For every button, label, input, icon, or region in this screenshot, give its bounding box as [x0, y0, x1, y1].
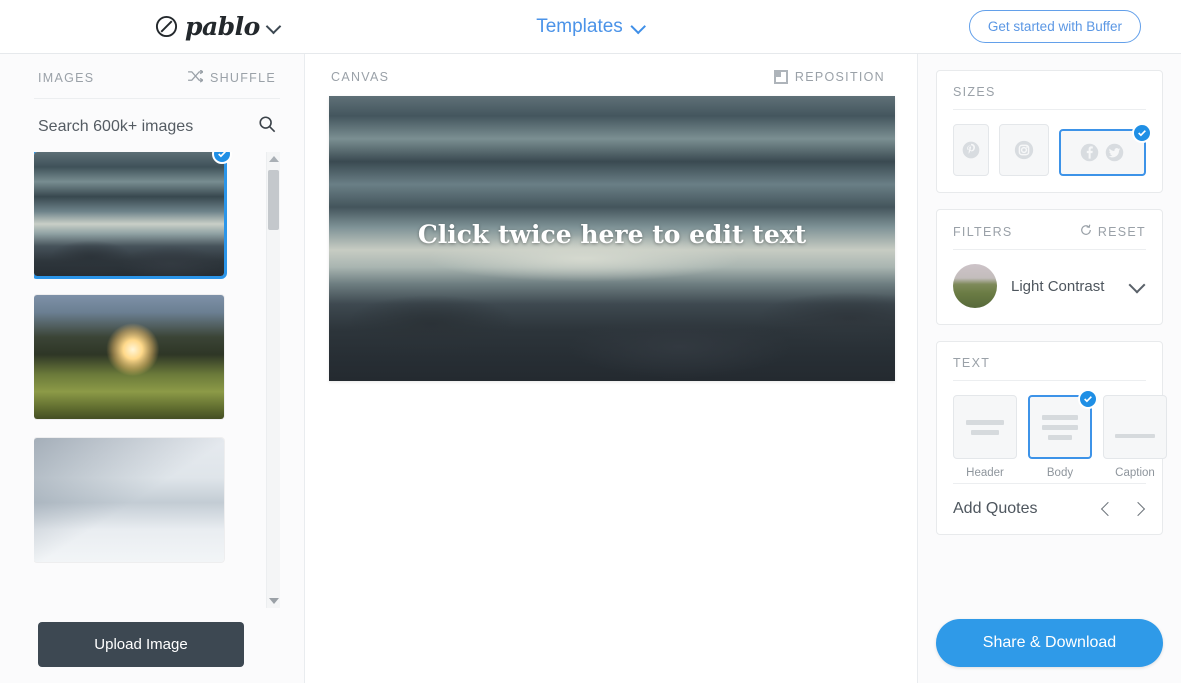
triangle-up-icon — [268, 156, 279, 162]
selected-check-badge — [1078, 389, 1098, 409]
pablo-circle-slash-icon — [155, 15, 178, 38]
canvas-panel: CANVAS REPOSITION Click twice here to ed… — [305, 54, 918, 683]
text-option-body-thumbnail — [1028, 389, 1098, 459]
shuffle-button[interactable]: SHUFFLE — [188, 69, 276, 86]
reposition-button[interactable]: REPOSITION — [773, 70, 885, 84]
brand-name: pablo — [185, 12, 260, 41]
images-panel-header: IMAGES SHUFFLE — [34, 69, 280, 99]
image-thumbnail-list — [34, 152, 266, 608]
search-icon[interactable] — [258, 115, 276, 138]
filters-title: FILTERS — [953, 224, 1013, 239]
scrollbar-thumb[interactable] — [268, 170, 279, 230]
search-input[interactable] — [38, 117, 228, 136]
size-option-facebook-twitter[interactable] — [1058, 123, 1152, 176]
share-and-download-button[interactable]: Share & Download — [936, 619, 1163, 667]
image-thumbnail-snowy-forest-skier[interactable] — [34, 438, 224, 562]
text-option-header-thumbnail — [953, 395, 1017, 459]
scroll-down-button[interactable] — [267, 594, 280, 608]
upload-image-button[interactable]: Upload Image — [38, 622, 244, 667]
selected-filter-name: Light Contrast — [1011, 277, 1105, 295]
image-thumbnail-sunset-through-trees[interactable] — [34, 295, 224, 419]
design-canvas[interactable]: Click twice here to edit text — [329, 96, 895, 381]
reset-circle-icon — [1080, 224, 1092, 239]
sizes-options — [953, 123, 1152, 176]
pinterest-icon — [962, 141, 980, 159]
pablo-app: pablo Templates Get started with Buffer … — [0, 0, 1181, 683]
reset-label: RESET — [1097, 224, 1146, 239]
app-body: IMAGES SHUFFLE Search 600k+ images Uploa… — [0, 54, 1181, 683]
sizes-card: SIZES — [936, 70, 1163, 193]
scrollbar-track[interactable] — [267, 166, 280, 594]
quotes-navigation — [1100, 502, 1146, 516]
size-option-instagram[interactable] — [999, 124, 1049, 176]
templates-label: Templates — [536, 15, 623, 37]
scroll-up-button[interactable] — [267, 152, 280, 166]
image-search-row — [34, 99, 280, 152]
shuffle-label: SHUFFLE — [209, 71, 276, 85]
get-started-button[interactable]: Get started with Buffer — [968, 10, 1141, 43]
chevron-left-icon[interactable] — [1100, 502, 1114, 516]
images-panel-title: IMAGES — [38, 71, 95, 85]
size-option-pinterest[interactable] — [953, 124, 990, 176]
text-card: TEXT Header Body Caption Add Quotes — [936, 341, 1167, 535]
filters-card: FILTERS RESET Light Contrast — [936, 209, 1163, 325]
text-option-caption-label: Caption — [1115, 467, 1155, 479]
text-option-caption-thumbnail — [1103, 395, 1167, 459]
facebook-icon — [1081, 143, 1099, 162]
upload-area: Upload Image — [34, 608, 280, 683]
text-style-options: Header Body Caption — [953, 389, 1167, 479]
text-option-header[interactable]: Header — [953, 395, 1017, 479]
text-option-body-label: Body — [1046, 467, 1074, 479]
canvas-panel-header: CANVAS REPOSITION — [329, 70, 887, 96]
twitter-icon — [1106, 143, 1124, 162]
instagram-icon — [1014, 140, 1034, 160]
canvas-text[interactable]: Click twice here to edit text — [329, 220, 895, 249]
sizes-card-header: SIZES — [953, 85, 1146, 110]
filters-card-header: FILTERS RESET — [953, 224, 1146, 250]
text-title: TEXT — [953, 356, 991, 370]
selected-check-badge — [1132, 123, 1152, 143]
reset-filters-button[interactable]: RESET — [1080, 224, 1146, 239]
add-quotes-row: Add Quotes — [953, 483, 1146, 518]
triangle-down-icon — [268, 598, 279, 604]
filter-selector[interactable]: Light Contrast — [953, 264, 1146, 308]
reposition-label: REPOSITION — [794, 70, 885, 84]
add-quotes-label[interactable]: Add Quotes — [953, 500, 1038, 518]
templates-menu[interactable]: Templates — [536, 16, 645, 38]
chevron-right-icon[interactable] — [1132, 502, 1146, 516]
share-area: Share & Download — [936, 607, 1163, 683]
text-card-header: TEXT — [953, 356, 1146, 381]
image-thumbnail-ocean-waves-rocks[interactable] — [34, 152, 232, 279]
selected-check-badge — [212, 152, 232, 164]
brand-menu[interactable]: pablo — [155, 12, 280, 41]
filter-preview-thumbnail — [953, 264, 997, 308]
image-list-scrollbar[interactable] — [266, 152, 280, 608]
reposition-square-icon — [773, 70, 788, 84]
shuffle-icon — [188, 69, 205, 86]
text-option-body[interactable]: Body — [1028, 389, 1098, 479]
chevron-down-icon[interactable] — [632, 20, 645, 33]
chevron-down-icon[interactable] — [1130, 278, 1146, 294]
text-option-header-label: Header — [966, 467, 1004, 479]
text-option-caption[interactable]: Caption — [1103, 395, 1167, 479]
image-results-area — [34, 152, 280, 608]
app-header: pablo Templates Get started with Buffer — [0, 0, 1181, 54]
images-panel: IMAGES SHUFFLE Search 600k+ images Uploa… — [0, 54, 305, 683]
chevron-down-icon[interactable] — [267, 20, 280, 33]
canvas-panel-title: CANVAS — [331, 70, 390, 84]
settings-panel: SIZES FILTERS RESET Light Contrast TEXT … — [918, 54, 1181, 683]
sizes-title: SIZES — [953, 85, 996, 99]
